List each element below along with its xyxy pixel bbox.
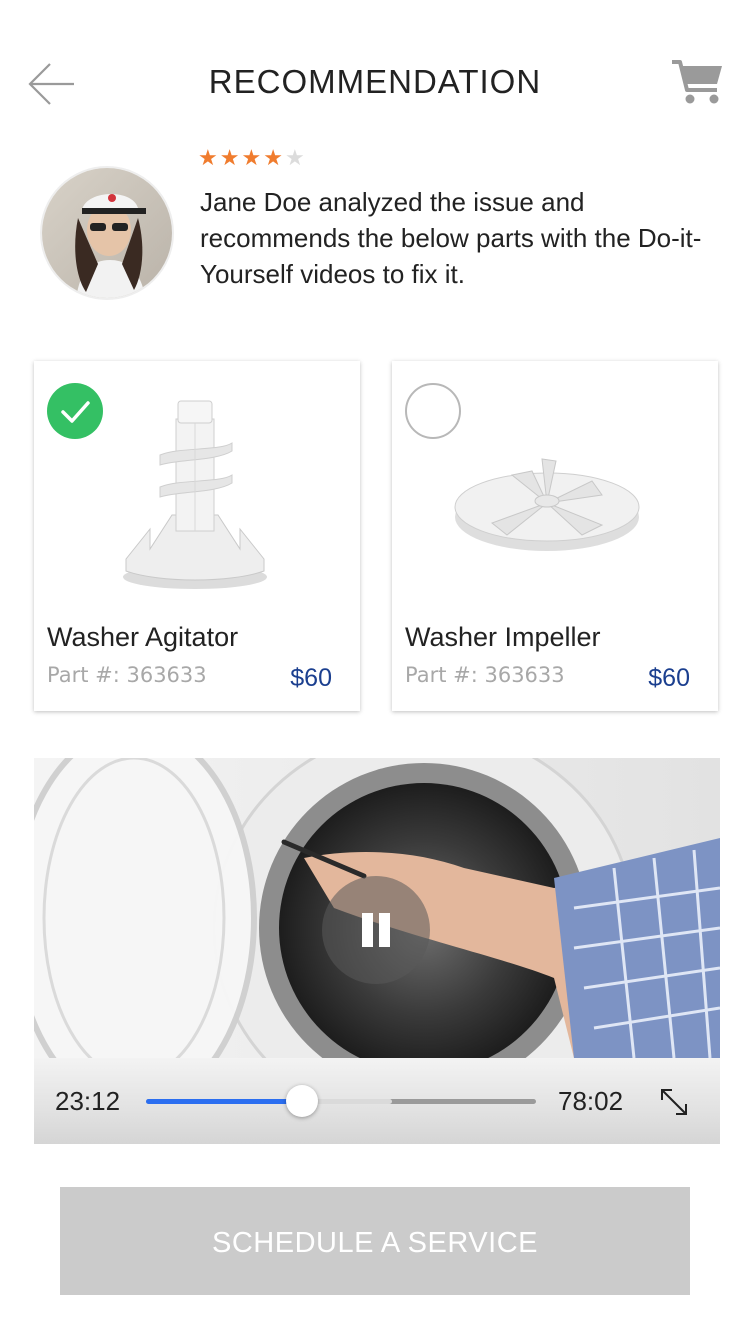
rating-stars: ★ ★ ★ ★ ★ xyxy=(198,146,305,170)
part-card-impeller[interactable]: Washer Impeller Part #: 363633 $60 xyxy=(392,361,718,711)
progress-thumb[interactable] xyxy=(286,1085,318,1117)
page-title: RECOMMENDATION xyxy=(208,63,542,100)
star-empty-icon: ★ xyxy=(284,145,305,170)
expand-icon xyxy=(661,1089,687,1115)
cart-icon xyxy=(672,60,722,104)
part-name: Washer Impeller xyxy=(405,622,601,652)
expert-avatar xyxy=(40,166,174,300)
checkbox-unchecked[interactable] xyxy=(405,383,461,439)
part-card-agitator[interactable]: Washer Agitator Part #: 363633 $60 xyxy=(34,361,360,711)
star-icon: ★ xyxy=(241,145,262,170)
expert-message: Jane Doe analyzed the issue and recommen… xyxy=(200,187,702,289)
star-icon: ★ xyxy=(219,145,240,170)
checkbox-checked[interactable] xyxy=(47,383,103,439)
part-number: Part #: 363633 xyxy=(405,663,565,687)
part-price: $60 xyxy=(648,664,690,692)
schedule-service-button[interactable]: SCHEDULE A SERVICE xyxy=(60,1187,690,1295)
pause-button[interactable] xyxy=(322,876,430,984)
part-name: Washer Agitator xyxy=(47,622,239,652)
part-number: Part #: 363633 xyxy=(47,663,207,687)
star-icon: ★ xyxy=(263,145,283,170)
progress-fill xyxy=(146,1099,302,1104)
current-time: 23:12 xyxy=(55,1086,121,1116)
impeller-image xyxy=(454,458,640,551)
cart-button[interactable] xyxy=(670,56,726,108)
star-icon: ★ xyxy=(198,145,218,170)
agitator-image xyxy=(123,400,267,589)
part-price: $60 xyxy=(290,664,332,692)
pause-icon xyxy=(362,913,373,947)
duration: 78:02 xyxy=(558,1086,624,1116)
checkmark-icon xyxy=(61,401,90,423)
fullscreen-button[interactable] xyxy=(656,1084,692,1120)
